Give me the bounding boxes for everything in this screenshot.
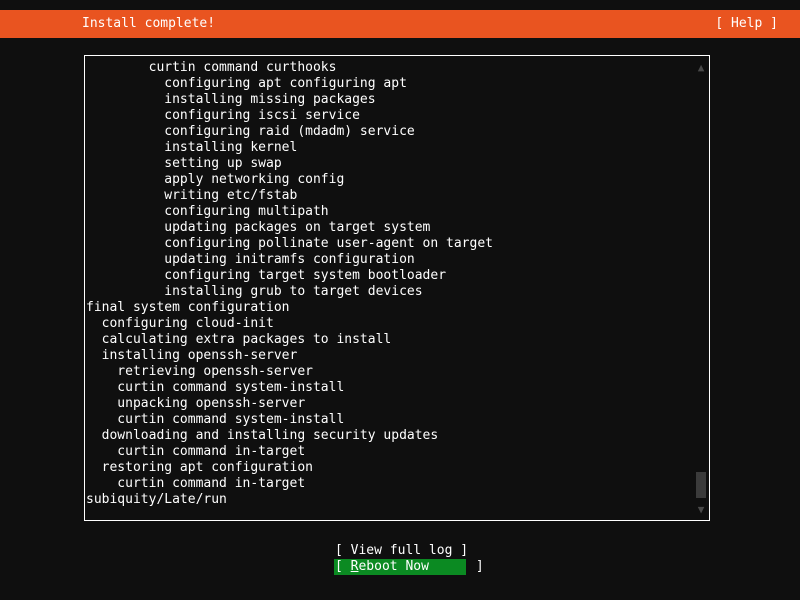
log-line: setting up swap bbox=[86, 156, 282, 171]
log-line: curtin command system-install bbox=[86, 380, 345, 395]
log-line: writing etc/fstab bbox=[86, 188, 298, 203]
log-line: configuring target system bootloader bbox=[86, 268, 447, 283]
install-log-text: curtin command curthooks configuring apt… bbox=[85, 56, 693, 520]
install-log-panel: curtin command curthooks configuring apt… bbox=[84, 55, 710, 521]
log-line: final system configuration bbox=[86, 300, 290, 315]
log-line: unpacking openssh-server bbox=[86, 396, 306, 411]
log-line: curtin command in-target bbox=[86, 444, 306, 459]
log-line: configuring pollinate user-agent on targ… bbox=[86, 236, 493, 251]
log-line: retrieving openssh-server bbox=[86, 364, 313, 379]
log-line: updating initramfs configuration bbox=[86, 252, 415, 267]
reboot-now-button[interactable]: [ Reboot Now ] bbox=[334, 559, 484, 575]
help-button[interactable]: [ Help ] bbox=[715, 16, 778, 32]
log-line: configuring iscsi service bbox=[86, 108, 360, 123]
log-scrollbar[interactable]: ▲ ▼ bbox=[693, 56, 709, 520]
button-bracket-open: [ bbox=[335, 543, 351, 558]
log-line: updating packages on target system bbox=[86, 220, 431, 235]
log-line: configuring cloud-init bbox=[86, 316, 274, 331]
button-label: eboot Now bbox=[358, 559, 429, 574]
log-line: curtin command curthooks bbox=[86, 60, 337, 75]
button-label: View full log bbox=[350, 543, 453, 558]
scrollbar-thumb[interactable] bbox=[696, 472, 706, 498]
log-line: curtin command in-target bbox=[86, 476, 306, 491]
title-bar: Install complete! [ Help ] bbox=[0, 10, 800, 38]
log-line: subiquity/Late/run bbox=[86, 492, 227, 507]
log-line: installing kernel bbox=[86, 140, 298, 155]
log-line: configuring multipath bbox=[86, 204, 329, 219]
button-bracket-close: ] bbox=[452, 543, 469, 558]
scroll-down-arrow-icon[interactable]: ▼ bbox=[693, 502, 709, 518]
button-group: [ View full log ][ Reboot Now ] bbox=[0, 543, 800, 575]
log-line: apply networking config bbox=[86, 172, 345, 187]
button-bracket-close: ] bbox=[428, 559, 484, 574]
log-line: installing missing packages bbox=[86, 92, 376, 107]
scroll-up-arrow-icon[interactable]: ▲ bbox=[693, 60, 709, 76]
log-line: curtin command system-install bbox=[86, 412, 345, 427]
log-line: calculating extra packages to install bbox=[86, 332, 392, 347]
log-line: restoring apt configuration bbox=[86, 460, 313, 475]
log-line: downloading and installing security upda… bbox=[86, 428, 439, 443]
log-line: installing openssh-server bbox=[86, 348, 298, 363]
view-full-log-button[interactable]: [ View full log ] bbox=[334, 543, 469, 559]
log-line: installing grub to target devices bbox=[86, 284, 423, 299]
log-line: configuring raid (mdadm) service bbox=[86, 124, 415, 139]
log-line: configuring apt configuring apt bbox=[86, 76, 407, 91]
page-title: Install complete! bbox=[82, 16, 216, 31]
button-bracket-open: [ bbox=[335, 559, 351, 574]
top-margin bbox=[0, 0, 800, 10]
